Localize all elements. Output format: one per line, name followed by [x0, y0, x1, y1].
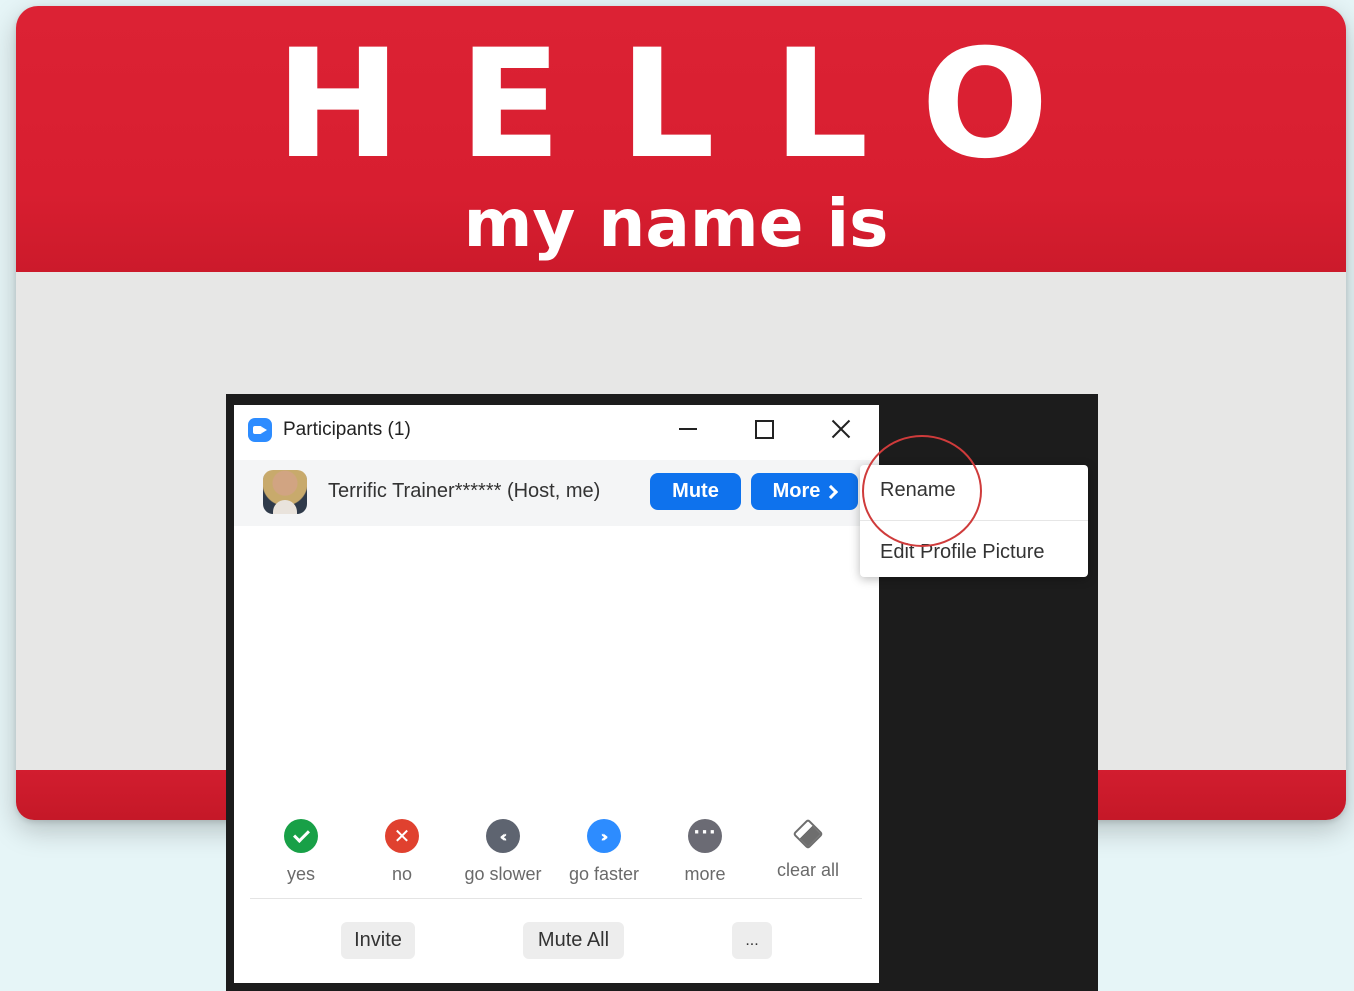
feedback-label: go slower [464, 864, 542, 884]
mute-all-button-label: Mute All [537, 929, 610, 951]
close-button[interactable] [821, 411, 861, 447]
mute-button[interactable]: Mute [650, 473, 741, 510]
participant-row[interactable]: Terrific Trainer****** (Host, me) Mute M… [234, 460, 879, 526]
participants-panel: Participants (1) Terrific Trainer****** … [234, 405, 879, 983]
rewind-icon: ‹‹ [486, 819, 520, 853]
feedback-label: yes [286, 864, 315, 884]
feedback-label: more [684, 864, 726, 884]
mute-all-button[interactable]: Mute All [523, 922, 624, 959]
invite-button-label: Invite [354, 929, 402, 951]
hello-headline: HELLO [275, 18, 1107, 192]
eraser-icon [792, 818, 824, 850]
feedback-label: no [391, 864, 413, 884]
mute-button-label: Mute [672, 480, 719, 502]
minimize-icon [679, 428, 697, 430]
ellipsis-icon: ··· [688, 819, 722, 853]
name-tag-red-band: HELLO my name is [16, 6, 1346, 272]
panel-titlebar: Participants (1) [234, 405, 879, 455]
feedback-go-slower[interactable]: ‹‹ go slower [458, 819, 548, 885]
my-name-is-subline: my name is [463, 185, 889, 262]
feedback-more[interactable]: ··· more [660, 819, 750, 885]
feedback-label: clear all [776, 860, 840, 880]
minimize-button[interactable] [668, 411, 708, 447]
feedback-yes[interactable]: yes [256, 819, 346, 885]
footer-more-label: ... [745, 931, 759, 949]
maximize-icon [754, 419, 774, 439]
annotation-circle [862, 435, 982, 547]
more-button-label: More [772, 480, 821, 502]
chevron-right-icon [824, 484, 839, 500]
x-icon: ✕ [385, 819, 419, 853]
footer-divider [250, 898, 862, 899]
zoom-app-icon [248, 418, 272, 442]
maximize-button[interactable] [744, 411, 784, 447]
feedback-label: go faster [568, 864, 640, 884]
more-button[interactable]: More [751, 473, 858, 510]
panel-title: Participants (1) [283, 419, 411, 440]
feedback-go-faster[interactable]: ›› go faster [559, 819, 649, 885]
avatar [263, 470, 307, 514]
invite-button[interactable]: Invite [341, 922, 415, 959]
footer-more-button[interactable]: ... [732, 922, 772, 959]
participant-name: Terrific Trainer****** (Host, me) [328, 480, 601, 502]
close-icon [831, 419, 851, 439]
feedback-clear-all[interactable]: clear all [763, 818, 853, 881]
fast-forward-icon: ›› [587, 819, 621, 853]
check-icon [284, 819, 318, 853]
feedback-no[interactable]: ✕ no [357, 819, 447, 885]
